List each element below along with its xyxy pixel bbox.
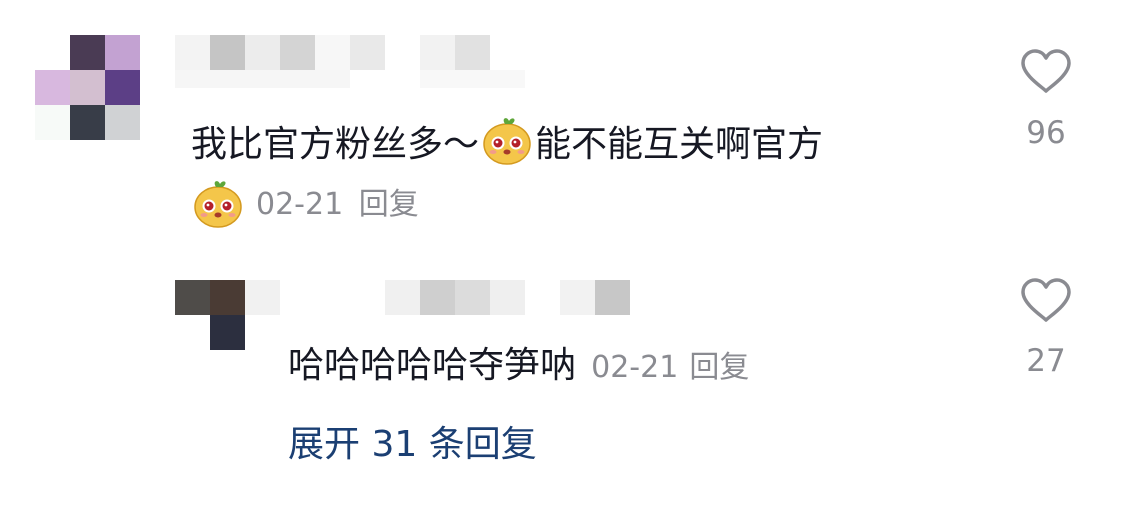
comment-text-before: 我比官方粉丝多～	[191, 124, 480, 165]
yellow-cartoon-face-emoji	[192, 177, 244, 233]
reply-row: 哈哈哈哈哈夺笋呐 02-21 回复	[288, 344, 749, 388]
comment-meta: 02-21 回复	[256, 186, 419, 224]
like-count: 96	[1026, 115, 1066, 151]
comment-date: 02-21	[256, 187, 344, 222]
expand-replies-link[interactable]: 展开 31 条回复	[288, 423, 537, 467]
comment-text: 我比官方粉丝多～ 能不能互关啊官方	[191, 114, 823, 177]
comment-text-after: 能不能互关啊官方	[535, 124, 824, 165]
reply-like-count: 27	[1026, 343, 1066, 379]
heart-outline-icon[interactable]	[1020, 49, 1072, 99]
heart-outline-icon[interactable]	[1020, 278, 1072, 328]
reply-button[interactable]: 回复	[689, 350, 749, 385]
reply-date: 02-21	[591, 350, 679, 385]
reply-text: 哈哈哈哈哈夺笋呐	[288, 345, 577, 386]
reply-button[interactable]: 回复	[359, 187, 419, 222]
yellow-cartoon-face-emoji	[481, 114, 533, 177]
